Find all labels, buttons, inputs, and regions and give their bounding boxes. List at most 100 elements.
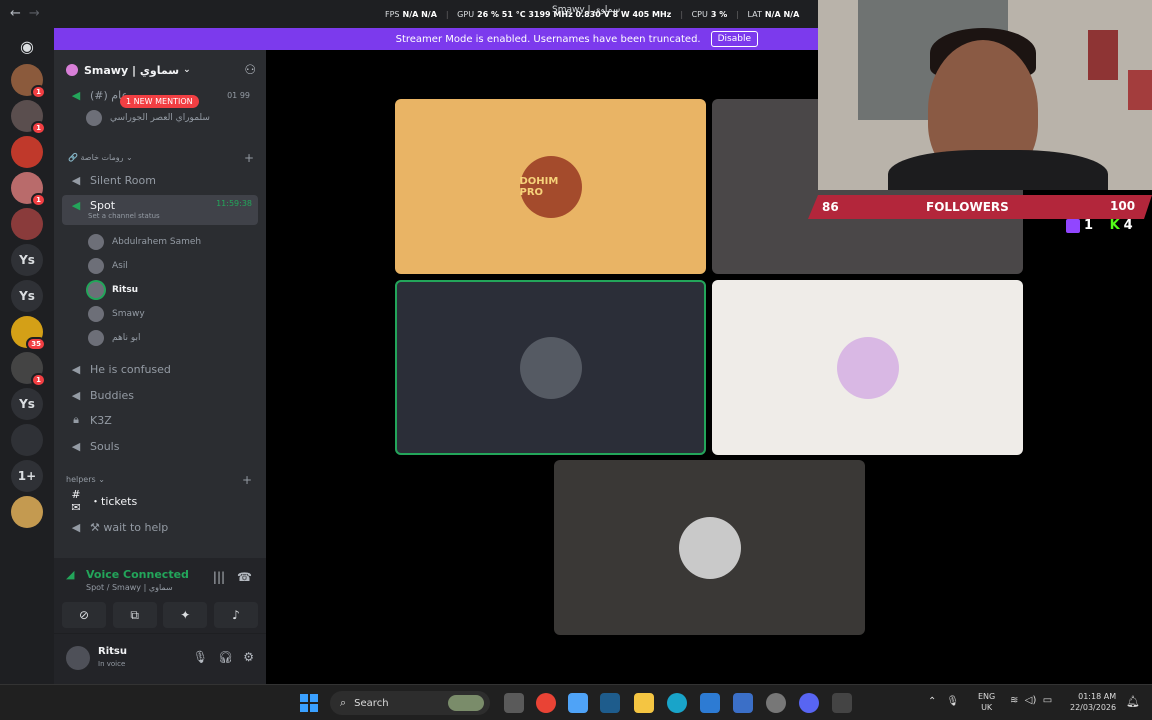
- voice-user[interactable]: Smawy: [88, 304, 145, 324]
- language-indicator[interactable]: ENG UK: [978, 691, 995, 713]
- avatar: [88, 330, 104, 346]
- wifi-icon[interactable]: ≋: [1010, 695, 1018, 706]
- kick-icon: K: [1109, 218, 1120, 233]
- server-icon[interactable]: 1+: [11, 460, 43, 492]
- channel-silent-room[interactable]: ◀ Silent Room: [62, 169, 258, 191]
- store-icon[interactable]: [733, 693, 753, 713]
- microphone-icon[interactable]: 🎙︎: [193, 650, 208, 664]
- channel-tickets-label: ・tickets: [90, 495, 138, 508]
- voice-panel-icons: ||| ☎: [201, 570, 252, 584]
- speaker-icon: ◀: [71, 362, 81, 376]
- followers-count: 86: [822, 200, 839, 214]
- disconnect-icon[interactable]: ☎: [237, 570, 252, 584]
- voice-user[interactable]: Ritsu: [88, 280, 138, 300]
- channel-spot[interactable]: ◀ Spot 11:59:38 Set a channel status: [62, 195, 258, 225]
- category-helpers-label: helpers: [66, 475, 96, 484]
- server-icon[interactable]: Ys: [11, 280, 43, 312]
- unread-badge: 1: [31, 121, 46, 135]
- server-icon[interactable]: 35: [11, 316, 46, 351]
- channel-timer: 11:59:38: [216, 199, 252, 208]
- participant-tile[interactable]: [554, 460, 865, 635]
- channel-souls[interactable]: ◀ Souls: [62, 435, 258, 457]
- headphones-icon[interactable]: 🎧︎: [218, 650, 233, 664]
- chevron-up-icon[interactable]: ⌃: [928, 696, 936, 707]
- add-channel-icon[interactable]: +: [242, 473, 252, 487]
- soundboard-button[interactable]: ♪: [213, 602, 258, 628]
- camera-off-button[interactable]: ⊘: [62, 602, 106, 628]
- voice-connected-status[interactable]: ◢ Voice Connected: [66, 568, 189, 581]
- voice-user-name: Ritsu: [112, 285, 139, 295]
- add-channel-icon[interactable]: +: [244, 151, 254, 165]
- edge-icon[interactable]: [667, 693, 687, 713]
- noise-suppression-icon[interactable]: |||: [213, 570, 225, 584]
- forward-arrow-icon[interactable]: →: [29, 6, 40, 21]
- top-voice-user[interactable]: سلموراي العصر الجوراسي: [86, 108, 210, 128]
- system-tray: ⌃ 🎙︎: [928, 696, 969, 707]
- server-icon[interactable]: 1: [11, 100, 46, 135]
- streamer-mode-text: Streamer Mode is enabled. Usernames have…: [395, 33, 701, 45]
- avatar: [836, 336, 899, 399]
- participant-tile[interactable]: [395, 280, 706, 455]
- server-icon[interactable]: [11, 496, 43, 528]
- streamer-body: [888, 150, 1108, 190]
- discord-taskbar-icon[interactable]: [799, 693, 819, 713]
- clock-date: 22/03/2026: [1070, 703, 1117, 712]
- participant-tile[interactable]: [712, 280, 1023, 455]
- app-icon[interactable]: [600, 693, 620, 713]
- back-arrow-icon[interactable]: ←: [10, 6, 21, 21]
- category-private-rooms[interactable]: 🔗 رومات خاصة ⌄ +: [68, 151, 254, 165]
- outlook-icon[interactable]: [700, 693, 720, 713]
- server-icon[interactable]: Ys: [11, 244, 43, 276]
- disable-streamer-mode-button[interactable]: Disable: [710, 31, 758, 47]
- app-icon[interactable]: [832, 693, 852, 713]
- channel-he-is-confused[interactable]: ◀ He is confused: [62, 358, 258, 380]
- voice-user[interactable]: Abdulrahem Sameh: [88, 232, 201, 252]
- notification-bell-icon[interactable]: 🔔︎: [1126, 695, 1140, 708]
- channel-tickets[interactable]: # ✉ ・tickets: [62, 488, 258, 514]
- activities-button[interactable]: ✦: [163, 602, 208, 628]
- app-window: ← → FPS N/A N/A | GPU 26 % 51 °C 3199 MHz 0.…: [0, 0, 1152, 720]
- settings-icon[interactable]: [766, 693, 786, 713]
- voice-user[interactable]: ابو ناهم: [88, 328, 141, 348]
- server-icon[interactable]: [11, 136, 43, 168]
- channel-buddies[interactable]: ◀ Buddies: [62, 384, 258, 406]
- gear-icon[interactable]: ⚙: [243, 650, 254, 664]
- battery-icon[interactable]: ▭: [1043, 695, 1052, 706]
- channel-wait-to-help[interactable]: ◀ ⚒ wait to help: [62, 516, 258, 538]
- windows-start-icon[interactable]: [300, 694, 318, 712]
- chevron-down-icon: ⌄: [183, 65, 191, 75]
- file-explorer-icon[interactable]: [634, 693, 654, 713]
- cpu-label: CPU: [691, 10, 708, 19]
- task-view-icon[interactable]: [504, 693, 524, 713]
- lat-value: N/A N/A: [764, 10, 800, 19]
- server-icon[interactable]: 1: [11, 352, 46, 387]
- share-screen-button[interactable]: ⧉: [112, 602, 157, 628]
- voice-user-name: Abdulrahem Sameh: [112, 237, 202, 247]
- volume-icon[interactable]: ◁): [1025, 695, 1037, 706]
- participant-tile[interactable]: DOHIM PRO: [395, 99, 706, 274]
- server-icon-label: 1+: [17, 469, 37, 483]
- avatar[interactable]: [66, 646, 90, 670]
- invite-user-icon[interactable]: ⚇: [244, 63, 256, 78]
- server-icon[interactable]: [11, 424, 43, 456]
- new-mention-pill[interactable]: 1 NEW MENTION: [120, 95, 199, 108]
- voice-user[interactable]: Asil: [88, 256, 128, 276]
- chrome-icon[interactable]: [536, 693, 556, 713]
- channel-status-input[interactable]: Set a channel status: [88, 212, 160, 220]
- server-icon[interactable]: Ys: [11, 388, 43, 420]
- copilot-icon[interactable]: [568, 693, 588, 713]
- server-icon[interactable]: 1: [11, 172, 46, 207]
- server-icon[interactable]: 1: [11, 64, 46, 99]
- category-helpers[interactable]: helpers ⌄ +: [66, 473, 252, 487]
- server-icon[interactable]: [11, 208, 43, 240]
- discord-home-icon[interactable]: ◉: [11, 30, 43, 62]
- voice-connected-label: Voice Connected: [86, 568, 189, 581]
- channel-spot-label: Spot: [90, 199, 116, 212]
- system-clock[interactable]: 01:18 AM 22/03/2026: [1070, 691, 1116, 713]
- microphone-icon[interactable]: 🎙︎: [946, 696, 959, 707]
- channel-k3z[interactable]: 🔒︎ K3Z: [62, 409, 258, 431]
- voice-connection-panel: ◢ Voice Connected Spot / Smawy | سماوي |…: [54, 558, 266, 634]
- taskbar-search[interactable]: ⌕ Search: [330, 691, 490, 715]
- cpu-value: 3 %: [710, 10, 728, 19]
- server-rail: ◉ 1 1 1 Ys Ys 35 1 Ys 1+: [0, 28, 54, 684]
